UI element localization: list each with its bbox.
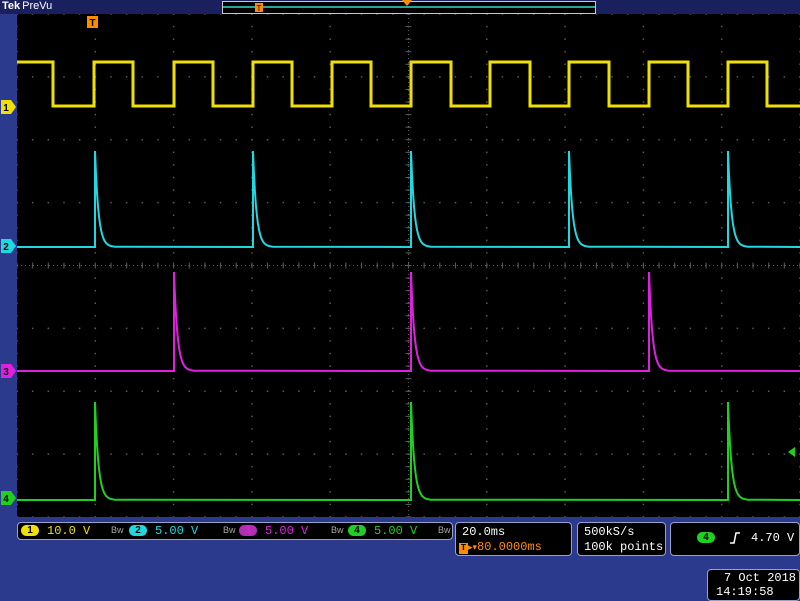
channel-ground-markers: 1 2 3 4 (1, 100, 16, 505)
record-trigger-label: T (257, 4, 262, 13)
acquisition-readout[interactable]: 500kS/s 100k points (577, 522, 666, 556)
rising-edge-icon (730, 532, 740, 544)
trigger-position-readout: T ▸▾80.0000ms (459, 540, 542, 554)
waveform-display[interactable]: T (16, 13, 800, 518)
ch3-readout[interactable]: 3 5.00 V (239, 525, 308, 537)
record-length: 100k points (584, 540, 664, 554)
bandwidth-limit-icon: Bw (438, 525, 451, 535)
svg-text:1: 1 (3, 103, 9, 114)
acquisition-mode: PreVu (22, 0, 53, 12)
trigger-readout[interactable]: 4 4.70 V (670, 522, 800, 556)
bandwidth-limit-icon: Bw (111, 525, 124, 535)
trigger-level: 4.70 V (751, 531, 795, 545)
trigger-level-arrow (788, 447, 795, 457)
ch3-badge: 3 (239, 525, 257, 536)
timebase-readout[interactable]: 20.0ms T ▸▾80.0000ms (455, 522, 572, 556)
trigger-source-badge: 4 (697, 532, 715, 543)
trigger-position-value: 80.0000ms (477, 540, 542, 554)
brand-name: Tek (2, 0, 21, 12)
ch1-badge: 1 (21, 525, 39, 536)
ch3-scale: 5.00 V (265, 524, 309, 538)
trigger-marker-label: T (89, 18, 95, 29)
ch2-scale: 5.00 V (155, 524, 199, 538)
sample-rate: 500kS/s (584, 525, 635, 539)
trigger-position-icon: T (459, 543, 468, 554)
trigger-position-arrow (402, 0, 412, 6)
date: 7 Oct 2018 (724, 571, 797, 585)
svg-text:4: 4 (3, 494, 9, 505)
brand-logo: Tek PreVu (2, 0, 52, 13)
top-status-bar: Tek PreVu T (0, 0, 800, 14)
bandwidth-limit-icon: Bw (331, 525, 344, 535)
timebase-scale: 20.0ms (462, 525, 506, 539)
bottom-readouts: 1 10.0 V Bw 2 5.00 V Bw 3 5.00 V Bw 4 5.00 V… (0, 517, 800, 601)
date-time-readout: 7 Oct 2018 14:19:58 (707, 569, 800, 601)
svg-text:2: 2 (3, 242, 9, 253)
ch1-scale: 10.0 V (47, 524, 91, 538)
ch4-badge: 4 (348, 525, 366, 536)
ch1-trace (17, 60, 800, 108)
ch4-readout[interactable]: 4 5.00 V (348, 525, 417, 537)
ch4-scale: 5.00 V (374, 524, 418, 538)
trigger-marker: T (87, 16, 98, 29)
channel-readouts: 1 10.0 V Bw 2 5.00 V Bw 3 5.00 V Bw 4 5.00 V… (17, 522, 453, 540)
time: 14:19:58 (716, 585, 774, 599)
ch2-readout[interactable]: 2 5.00 V (129, 525, 198, 537)
ch1-readout[interactable]: 1 10.0 V (21, 525, 90, 537)
bandwidth-limit-icon: Bw (223, 525, 236, 535)
svg-text:3: 3 (3, 367, 9, 378)
ch2-badge: 2 (129, 525, 147, 536)
